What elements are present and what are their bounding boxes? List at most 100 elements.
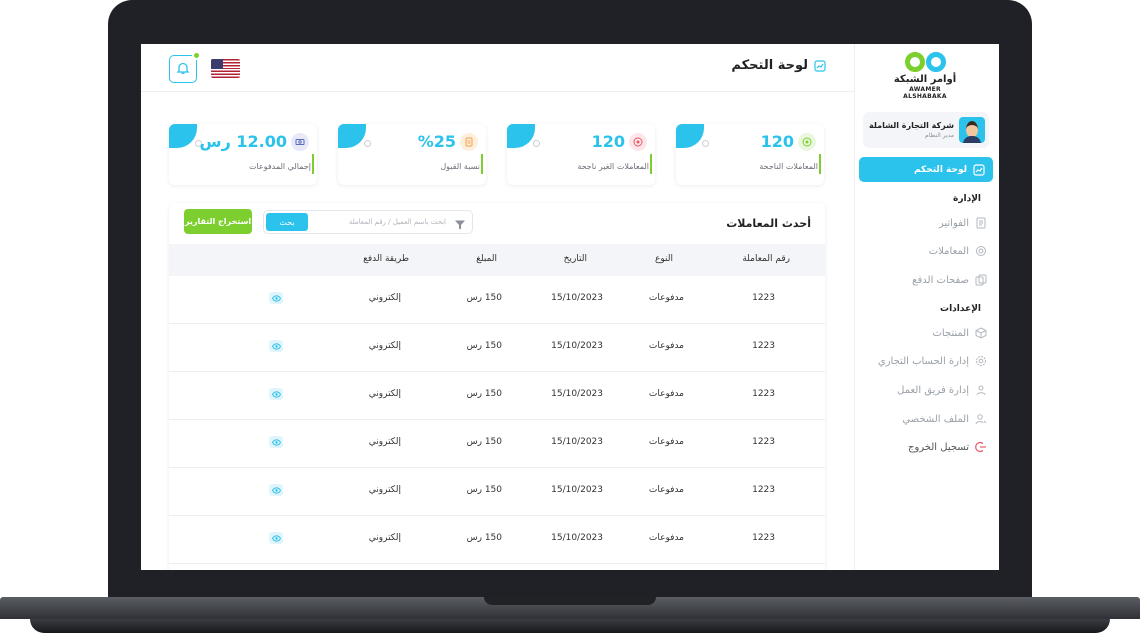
sidebar-item-products[interactable]: المنتجات [932, 327, 987, 339]
sidebar-item-label: المعاملات [928, 245, 969, 257]
cell-amount: 150 رس [466, 485, 502, 495]
view-icon[interactable] [269, 436, 283, 448]
cell-type: مدفوعات [648, 341, 684, 351]
cell-amount: 150 رس [466, 341, 502, 351]
cell-id: 1223 [752, 293, 775, 303]
sidebar-item-team[interactable]: إدارة فريق العمل [897, 384, 987, 396]
sidebar-item-label: المنتجات [932, 327, 969, 339]
user-name: شركة التجارة الشاملة [869, 121, 954, 130]
brand-name-ar: أوامر الشبكة [893, 74, 957, 85]
cell-amount: 150 رس [466, 389, 502, 399]
cell-type: مدفوعات [648, 533, 684, 543]
sidebar-item-label: الملف الشخصي [902, 413, 969, 425]
transactions-panel: أحدث المعاملات ابحث باسم العميل / رقم ال… [169, 203, 825, 570]
cell-method: إلكتروني [368, 389, 401, 399]
view-icon[interactable] [269, 340, 283, 352]
column-header: المبلغ [476, 254, 497, 264]
logout-icon [975, 441, 987, 453]
column-header: التاريخ [563, 254, 587, 264]
sidebar-item-transactions[interactable]: المعاملات [929, 245, 987, 257]
table-row[interactable]: 1223 مدفوعات 15/10/2023 150 رس إلكتروني [169, 516, 825, 564]
view-icon[interactable] [269, 292, 283, 304]
stat-card-acceptance-rate[interactable]: %25 نسبة القبول [338, 124, 486, 185]
table-row[interactable]: 1223 مدفوعات 15/10/2023 150 رس إلكتروني [169, 468, 825, 516]
table-row[interactable]: 1223 مدفوعات 15/10/2023 150 رس إلكتروني [169, 420, 825, 468]
sidebar-item-label: الفواتير [938, 217, 969, 229]
sidebar-item-label: تسجيل الخروج [907, 441, 969, 453]
export-reports-button[interactable]: استخراج التقارير [184, 209, 252, 234]
top-header: لوحة التحكم [141, 44, 854, 92]
stat-label: المعاملات الغير ناجحة [577, 162, 649, 171]
logo-mark-icon [887, 52, 963, 74]
stat-value: 120 [591, 132, 625, 151]
cell-date: 15/10/2023 [551, 485, 603, 495]
stat-card-failed[interactable]: 120 المعاملات الغير ناجحة [507, 124, 655, 185]
document-icon [460, 133, 478, 151]
user-role: مدير النظام [924, 132, 954, 139]
sidebar-item-label: إدارة فريق العمل [897, 384, 969, 396]
sidebar-item-label: إدارة الحساب التجاري [877, 355, 969, 367]
sidebar: أوامر الشبكة AWAMER ALSHABAKA شركة التجا… [854, 44, 999, 570]
table-row[interactable]: 1223 مدفوعات 15/10/2023 150 رس إلكتروني [169, 324, 825, 372]
team-icon [975, 384, 987, 396]
column-header: النوع [655, 254, 673, 264]
table-row[interactable]: 1223 مدفوعات 15/10/2023 150 رس إلكتروني [169, 372, 825, 420]
transactions-table: رقم المعاملة النوع التاريخ المبلغ طريقة … [169, 244, 825, 564]
cell-type: مدفوعات [648, 293, 684, 303]
sidebar-section-management: الإدارة [953, 194, 981, 204]
cell-type: مدفوعات [648, 437, 684, 447]
sidebar-item-business-account[interactable]: إدارة الحساب التجاري [878, 355, 987, 367]
settings-icon [975, 355, 987, 367]
cell-date: 15/10/2023 [551, 341, 603, 351]
laptop-base [0, 597, 1140, 636]
cell-id: 1223 [752, 485, 775, 495]
cell-method: إلكتروني [368, 341, 401, 351]
search-placeholder: ابحث باسم العميل / رقم المعاملة [348, 218, 446, 226]
view-icon[interactable] [269, 388, 283, 400]
money-icon [291, 133, 309, 151]
sidebar-item-logout[interactable]: تسجيل الخروج [908, 441, 987, 453]
stat-value: 120 [760, 132, 794, 151]
sidebar-item-profile[interactable]: الملف الشخصي [902, 413, 987, 425]
cell-id: 1223 [752, 341, 775, 351]
sidebar-item-label: صفحات الدفع [912, 274, 969, 286]
cell-method: إلكتروني [368, 437, 401, 447]
failed-icon [629, 133, 647, 151]
notification-dot [192, 51, 201, 60]
stat-label: نسبة القبول [440, 162, 480, 171]
stat-label: إجمالي المدفوعات [248, 162, 311, 171]
stat-card-total-payments[interactable]: 12.00 رس إجمالي المدفوعات [169, 124, 317, 185]
column-header: طريقة الدفع [363, 254, 409, 264]
stat-card-successful[interactable]: 120 المعاملات الناجحة [676, 124, 824, 185]
view-icon[interactable] [269, 484, 283, 496]
notifications-button[interactable] [169, 51, 201, 83]
cell-amount: 150 رس [466, 293, 502, 303]
sidebar-item-dashboard[interactable]: لوحة التحكم [859, 157, 993, 182]
cell-method: إلكتروني [368, 293, 401, 303]
table-row[interactable]: 1223 مدفوعات 15/10/2023 150 رس إلكتروني [169, 276, 825, 324]
cell-date: 15/10/2023 [551, 293, 603, 303]
sidebar-section-settings: الإعدادات [940, 304, 981, 314]
stat-value: %25 [417, 132, 456, 151]
box-icon [975, 327, 987, 339]
cell-date: 15/10/2023 [551, 437, 603, 447]
user-card[interactable]: شركة التجارة الشاملة مدير النظام [863, 112, 989, 148]
page-title: لوحة التحكم [731, 58, 826, 73]
cell-method: إلكتروني [368, 533, 401, 543]
user-icon [975, 413, 987, 425]
app-window: أوامر الشبكة AWAMER ALSHABAKA شركة التجا… [141, 44, 999, 570]
filter-icon[interactable] [454, 216, 466, 230]
payment-pages-icon [975, 274, 987, 286]
transactions-icon [975, 245, 987, 257]
sidebar-item-invoices[interactable]: الفواتير [939, 217, 987, 229]
search-input[interactable]: ابحث باسم العميل / رقم المعاملة بحث [263, 210, 473, 234]
view-icon[interactable] [269, 532, 283, 544]
sidebar-item-label: لوحة التحكم [913, 164, 967, 175]
brand-logo[interactable]: أوامر الشبكة AWAMER ALSHABAKA [887, 52, 963, 100]
sidebar-item-payment-pages[interactable]: صفحات الدفع [912, 274, 987, 286]
us-flag-icon[interactable] [211, 59, 240, 78]
cell-id: 1223 [752, 437, 775, 447]
success-icon [798, 133, 816, 151]
invoice-icon [975, 217, 987, 229]
search-button[interactable]: بحث [266, 213, 308, 231]
